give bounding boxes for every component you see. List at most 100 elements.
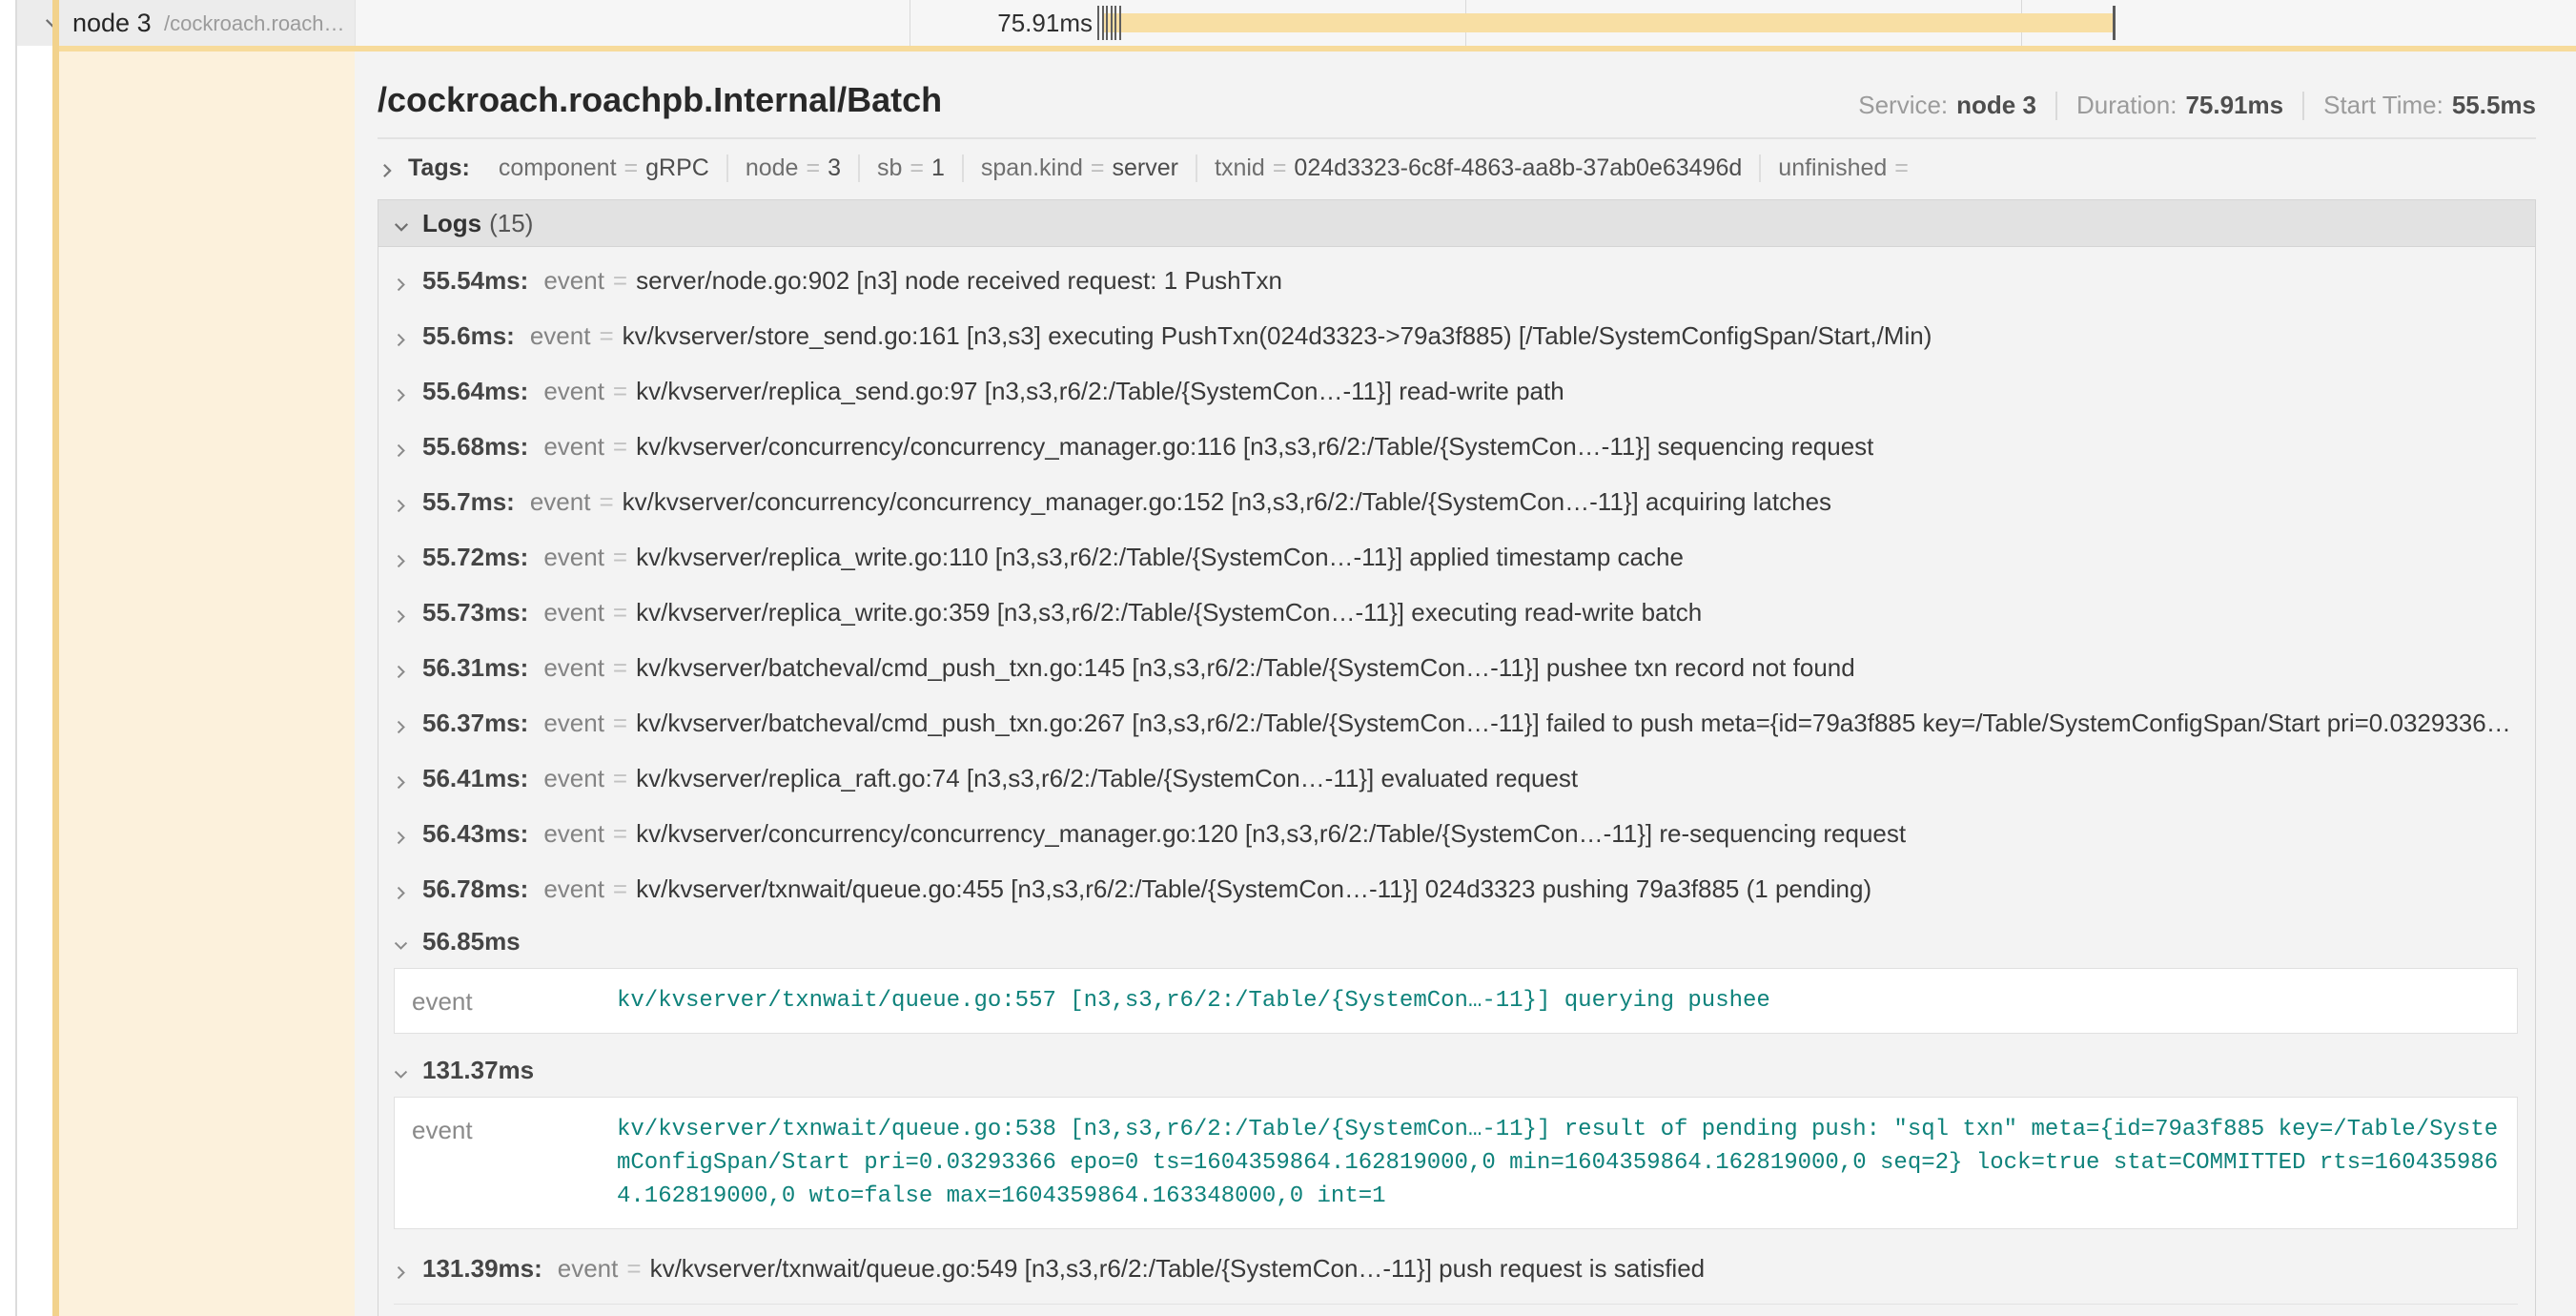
log-message: kv/kvserver/batcheval/cmd_push_txn.go:26… — [636, 709, 2520, 738]
logs-section: Logs (15) 55.54ms: event = server/node.g… — [378, 199, 2536, 1316]
log-equals: = — [613, 819, 627, 849]
span-operation-name: /cockroach.roach… — [164, 0, 345, 46]
page-title: /cockroach.roachpb.Internal/Batch — [378, 80, 942, 120]
log-entry-row[interactable]: 55.73ms: event = kv/kvserver/replica_wri… — [392, 585, 2520, 640]
log-timestamp: 55.68ms: — [422, 432, 528, 462]
log-timestamp: 55.72ms: — [422, 543, 528, 572]
span-duration-label: 75.91ms — [859, 0, 1093, 46]
chevron-right-icon — [392, 326, 411, 345]
chevron-right-icon — [378, 159, 397, 178]
log-field-key: event — [412, 1113, 617, 1213]
chevron-right-icon — [392, 437, 411, 456]
log-timestamp: 56.85ms — [422, 927, 521, 956]
log-field-key: event — [543, 266, 604, 296]
log-field-value: kv/kvserver/txnwait/queue.go:557 [n3,s3,… — [617, 984, 2500, 1018]
log-message: server/node.go:902 [n3] node received re… — [636, 266, 1282, 296]
log-timestamp: 55.54ms: — [422, 266, 528, 296]
log-entry-row[interactable]: 56.37ms: event = kv/kvserver/batcheval/c… — [392, 695, 2520, 751]
log-field-key: event — [543, 874, 604, 904]
log-entry-row[interactable]: 56.43ms: event = kv/kvserver/concurrency… — [392, 806, 2520, 861]
log-equals: = — [599, 321, 613, 351]
logs-list: 55.54ms: event = server/node.go:902 [n3]… — [378, 247, 2535, 1316]
log-timestamp: 56.43ms: — [422, 819, 528, 849]
service-value: node 3 — [1956, 91, 2036, 120]
log-timestamp: 56.41ms: — [422, 764, 528, 793]
tag-item: sb = 1 — [858, 154, 962, 182]
log-marker-tick — [1111, 6, 1113, 40]
tags-label: Tags: — [408, 154, 470, 182]
log-entry-row[interactable]: 55.64ms: event = kv/kvserver/replica_sen… — [392, 363, 2520, 419]
tag-key: unfinished — [1778, 154, 1887, 182]
tag-item: span.kind = server — [962, 154, 1196, 182]
tag-key: txnid — [1215, 154, 1265, 182]
log-equals: = — [613, 598, 627, 627]
span-duration-bar[interactable] — [1103, 13, 2114, 32]
tag-item: node = 3 — [726, 154, 858, 182]
log-field-key: event — [412, 984, 617, 1018]
tag-equals: = — [806, 154, 820, 182]
log-equals: = — [613, 432, 627, 462]
tag-equals: = — [1894, 154, 1909, 182]
log-entry-toggle[interactable]: 56.85ms — [392, 916, 2520, 966]
log-timestamp: 131.37ms — [422, 1056, 534, 1085]
log-field-key: event — [530, 321, 591, 351]
log-entry-row[interactable]: 55.54ms: event = server/node.go:902 [n3]… — [392, 253, 2520, 308]
log-entry-row[interactable]: 55.6ms: event = kv/kvserver/store_send.g… — [392, 308, 2520, 363]
tag-value: 024d3323-6c8f-4863-aa8b-37ab0e63496d — [1294, 154, 1742, 182]
log-equals: = — [613, 874, 627, 904]
span-timeline-cell[interactable]: 75.91ms — [355, 0, 2576, 46]
log-message: kv/kvserver/txnwait/queue.go:549 [n3,s3,… — [650, 1254, 1706, 1284]
chevron-down-icon — [392, 932, 411, 951]
chevron-right-icon — [392, 381, 411, 401]
chevron-right-icon — [392, 713, 411, 732]
chevron-right-icon — [392, 769, 411, 788]
log-entry-row[interactable]: 56.41ms: event = kv/kvserver/replica_raf… — [392, 751, 2520, 806]
log-timestamp: 56.37ms: — [422, 709, 528, 738]
log-entry-row[interactable]: 131.39ms: event = kv/kvserver/txnwait/qu… — [392, 1241, 2520, 1296]
tag-equals: = — [1273, 154, 1287, 182]
log-marker-tick-end — [2113, 6, 2116, 40]
tags-accordion-toggle[interactable]: Tags: component = gRPC node = 3 sb = 1 s… — [378, 154, 2536, 182]
log-entry-row[interactable]: 56.78ms: event = kv/kvserver/txnwait/que… — [392, 861, 2520, 916]
log-marker-tick — [1114, 6, 1116, 40]
tag-key: node — [746, 154, 799, 182]
log-timestamp: 55.64ms: — [422, 377, 528, 406]
log-message: kv/kvserver/replica_write.go:359 [n3,s3,… — [636, 598, 1702, 627]
logs-accordion-toggle[interactable]: Logs (15) — [378, 200, 2535, 247]
log-field-key: event — [543, 653, 604, 683]
tag-value: gRPC — [645, 154, 709, 182]
trace-span-detail-view: node 3 /cockroach.roach… 75.91ms /cockro… — [0, 0, 2576, 1316]
log-equals: = — [613, 543, 627, 572]
chevron-down-icon — [392, 214, 411, 233]
tag-key: span.kind — [981, 154, 1083, 182]
tag-key: component — [499, 154, 617, 182]
log-equals: = — [613, 709, 627, 738]
log-field-key: event — [543, 432, 604, 462]
chevron-right-icon — [392, 492, 411, 511]
meta-divider — [2302, 92, 2304, 120]
log-marker-tick — [1106, 6, 1108, 40]
tag-item: unfinished = — [1759, 154, 1933, 182]
tag-value: 3 — [828, 154, 841, 182]
log-entry-expanded: 131.37ms event kv/kvserver/txnwait/queue… — [392, 1045, 2520, 1229]
log-marker-tick — [1119, 6, 1121, 40]
log-entry-row[interactable]: 55.72ms: event = kv/kvserver/replica_wri… — [392, 529, 2520, 585]
left-rail-divider — [15, 0, 17, 1316]
log-entry-row[interactable]: 55.68ms: event = kv/kvserver/concurrency… — [392, 419, 2520, 474]
chevron-right-icon — [392, 603, 411, 622]
tag-value: 1 — [931, 154, 945, 182]
detail-panel-top-accent — [52, 46, 2576, 51]
tags-list: component = gRPC node = 3 sb = 1 span.ki… — [481, 154, 1933, 182]
tag-key: sb — [877, 154, 902, 182]
log-entry-toggle[interactable]: 131.37ms — [392, 1045, 2520, 1095]
log-entry-row[interactable]: 56.31ms: event = kv/kvserver/batcheval/c… — [392, 640, 2520, 695]
tag-equals: = — [910, 154, 924, 182]
log-message: kv/kvserver/store_send.go:161 [n3,s3] ex… — [623, 321, 1932, 351]
service-label: Service: — [1858, 91, 1948, 120]
log-timestamp: 55.7ms: — [422, 487, 515, 517]
log-message: kv/kvserver/replica_send.go:97 [n3,s3,r6… — [636, 377, 1564, 406]
tag-item: txnid = 024d3323-6c8f-4863-aa8b-37ab0e63… — [1196, 154, 1759, 182]
log-timestamp: 55.73ms: — [422, 598, 528, 627]
meta-divider — [2055, 92, 2057, 120]
log-entry-row[interactable]: 55.7ms: event = kv/kvserver/concurrency/… — [392, 474, 2520, 529]
